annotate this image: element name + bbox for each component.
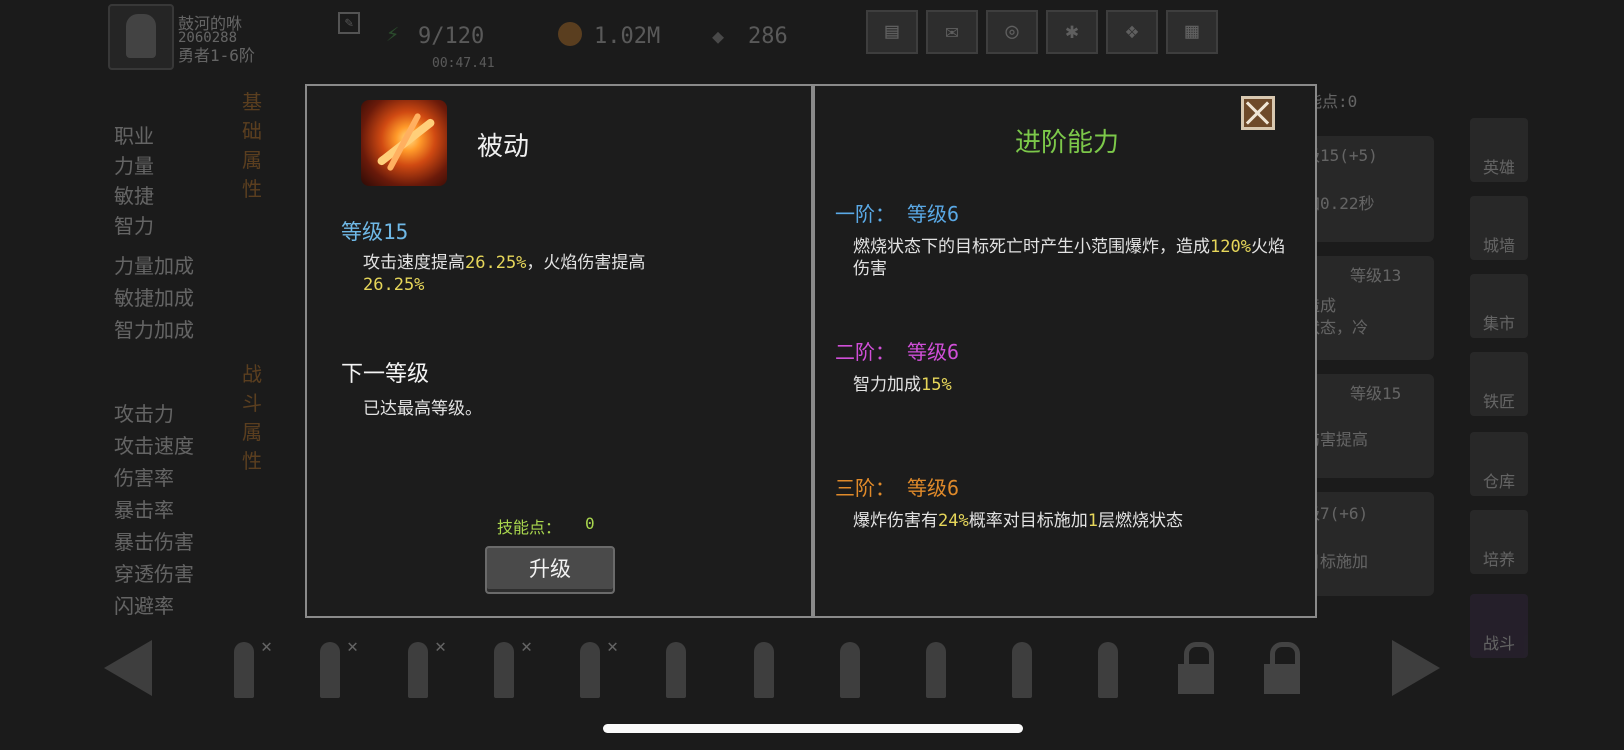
side-menu-wall[interactable]: 城墙 — [1470, 196, 1528, 260]
tier-2-description: 智力加成15% — [853, 375, 952, 395]
stat-label: 攻击力 — [114, 402, 174, 426]
hero-slot[interactable] — [908, 636, 964, 702]
stamina-timer: 00:47.41 — [432, 56, 495, 71]
arrow-left-icon[interactable] — [104, 640, 152, 696]
stat-label: 智力 — [114, 214, 154, 238]
edit-icon[interactable]: ✎ — [338, 12, 360, 34]
side-menu-training[interactable]: 培养 — [1470, 510, 1528, 574]
stamina-value: 9/120 — [418, 24, 485, 49]
side-menu-heroes[interactable]: 英雄 — [1470, 118, 1528, 182]
close-icon[interactable] — [1241, 96, 1275, 130]
skill-info-panel: 被动 等级15 攻击速度提高26.25%，火焰伤害提高 26.25% 下一等级 已… — [305, 84, 813, 618]
stat-label: 智力加成 — [114, 318, 194, 342]
hero-slot[interactable] — [1080, 636, 1136, 702]
hero-slot[interactable]: ✕ — [390, 636, 446, 702]
arrow-right-icon[interactable] — [1392, 640, 1440, 696]
side-menu-blacksmith[interactable]: 铁匠 — [1470, 352, 1528, 416]
skill-card-text: 等级15 — [1350, 384, 1402, 403]
section-battle: 战斗属性 — [242, 362, 262, 473]
lock-icon — [1260, 640, 1304, 696]
side-menu-warehouse[interactable]: 仓库 — [1470, 432, 1528, 496]
player-rank: 勇者1-6阶 — [178, 46, 255, 65]
section-basic: 基础属性 — [242, 90, 262, 201]
current-level: 等级15 — [341, 220, 409, 244]
stat-label: 力量 — [114, 154, 154, 178]
tier-2-header: 二阶： 等级6 — [835, 340, 960, 364]
hero-slot[interactable] — [822, 636, 878, 702]
stat-label: 攻击速度 — [114, 434, 194, 458]
gamepad-icon[interactable]: ◎ — [986, 10, 1038, 54]
next-level-title: 下一等级 — [341, 362, 430, 387]
gem-icon: ◆ — [712, 24, 725, 48]
stat-label: 暴击率 — [114, 498, 174, 522]
skill-type: 被动 — [477, 132, 530, 162]
hero-slot[interactable] — [994, 636, 1050, 702]
stat-label: 暴击伤害 — [114, 530, 194, 554]
player-avatar[interactable] — [108, 4, 174, 70]
gold-value: 1.02M — [594, 24, 661, 49]
skill-detail-modal: 被动 等级15 攻击速度提高26.25%，火焰伤害提高 26.25% 下一等级 已… — [305, 84, 1317, 622]
stamina-icon: ⚡ — [386, 22, 400, 47]
stat-label: 伤害率 — [114, 466, 174, 490]
skill-description: 攻击速度提高26.25%，火焰伤害提高 26.25% — [363, 253, 646, 295]
stat-label: 穿透伤害 — [114, 562, 194, 586]
tier-1-description: 燃烧状态下的目标死亡时产生小范围爆炸，造成120%火焰伤害 — [853, 237, 1285, 279]
lock-icon — [1174, 640, 1218, 696]
side-menu-battle[interactable]: 战斗 — [1470, 594, 1528, 658]
hero-slot[interactable]: ✕ — [476, 636, 532, 702]
hero-slot[interactable] — [648, 636, 704, 702]
stat-label: 敏捷加成 — [114, 286, 194, 310]
home-indicator[interactable] — [603, 724, 1023, 733]
shop-icon[interactable]: ▤ — [866, 10, 918, 54]
hero-selector: ✕ ✕ ✕ ✕ ✕ — [100, 632, 1440, 712]
top-bar: 鼓河的咻 2060288 勇者1-6阶 ✎ ⚡ 9/120 00:47.41 1… — [0, 0, 1624, 71]
fire-sword-skill-icon — [361, 100, 447, 186]
gem-value: 286 — [748, 24, 788, 49]
tier-3-description: 爆炸伤害有24%概率对目标施加1层燃烧状态 — [853, 511, 1183, 531]
calendar-icon[interactable]: ▦ — [1166, 10, 1218, 54]
stat-label: 力量加成 — [114, 254, 194, 278]
gear-icon[interactable]: ✱ — [1046, 10, 1098, 54]
stat-label: 职业 — [114, 124, 154, 148]
tier-3-header: 三阶： 等级6 — [835, 476, 960, 500]
skill-card-text: 等级13 — [1350, 266, 1402, 285]
side-menu-market[interactable]: 集市 — [1470, 274, 1528, 338]
skill-points-value: 0 — [585, 514, 595, 533]
gold-coin-icon — [558, 22, 582, 46]
upgrade-button[interactable]: 升级 — [485, 546, 615, 594]
skill-points-label: 技能点： — [497, 518, 562, 537]
hero-slot[interactable]: ✕ — [562, 636, 618, 702]
hero-slot[interactable] — [736, 636, 792, 702]
hero-slot[interactable]: ✕ — [216, 636, 272, 702]
mail-icon[interactable]: ✉ — [926, 10, 978, 54]
tier-1-header: 一阶： 等级6 — [835, 202, 960, 226]
hero-slot[interactable]: ✕ — [302, 636, 358, 702]
advanced-abilities-panel: 进阶能力 一阶： 等级6 燃烧状态下的目标死亡时产生小范围爆炸，造成120%火焰伤… — [813, 84, 1317, 618]
gift-icon[interactable]: ❖ — [1106, 10, 1158, 54]
stat-label: 敏捷 — [114, 184, 154, 208]
stat-label: 闪避率 — [114, 594, 174, 618]
next-level-description: 已达最高等级。 — [363, 399, 482, 419]
